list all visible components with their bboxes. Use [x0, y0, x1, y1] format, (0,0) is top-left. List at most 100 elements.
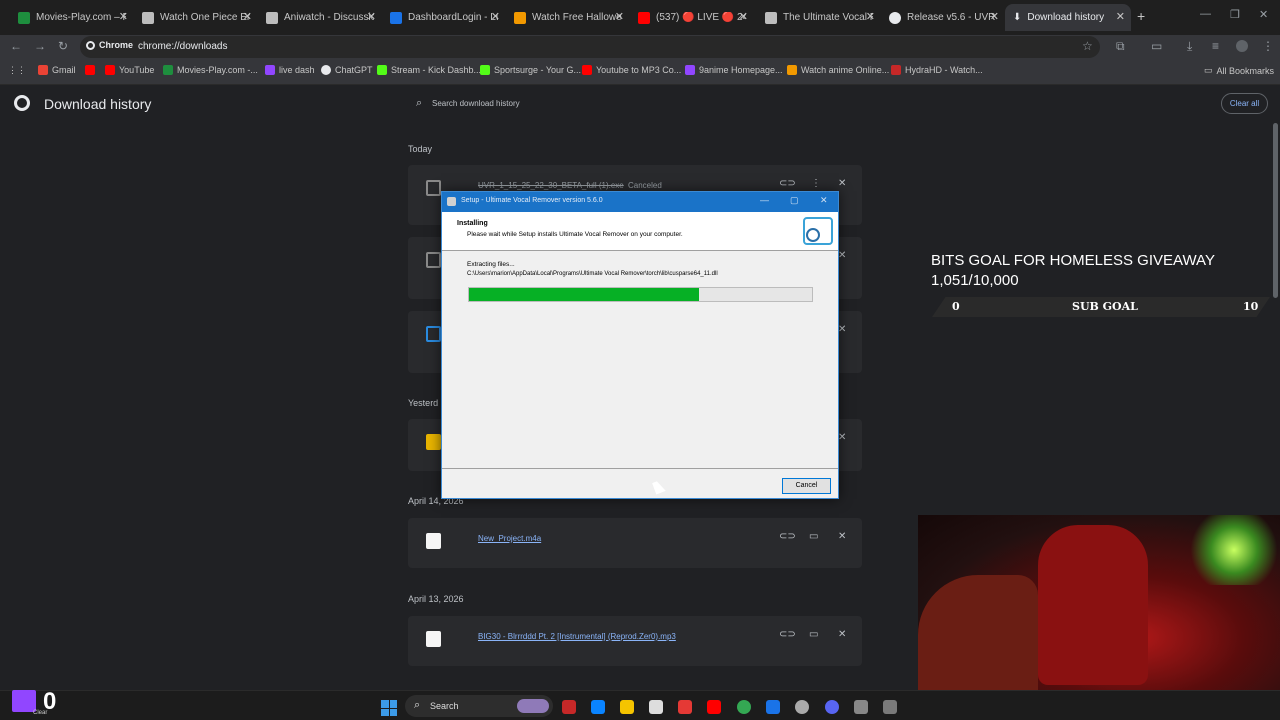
bookmark-label: Gmail	[52, 65, 76, 75]
show-in-folder-icon[interactable]: ▭	[809, 629, 818, 640]
app-icon[interactable]	[649, 700, 663, 714]
bookmark-movies-play[interactable]: Movies-Play.com -...	[163, 65, 258, 75]
bookmark-label: Watch anime Online...	[801, 65, 890, 75]
download-filename[interactable]: BIG30 - Blrrrddd Pt. 2 [Instrumental] (R…	[478, 632, 676, 641]
discord-icon[interactable]	[825, 700, 839, 714]
copy-link-icon[interactable]: ⊂⊃	[779, 178, 796, 189]
more-vertical-icon[interactable]: ⋮	[811, 178, 821, 189]
tab-uvr[interactable]: The Ultimate Vocal Re ✕	[757, 4, 881, 31]
close-icon[interactable]: ✕	[866, 10, 875, 23]
youtube-icon[interactable]	[707, 700, 721, 714]
more-vertical-icon[interactable]: ⋮	[1262, 39, 1274, 53]
tab-download-history[interactable]: ⬇ Download history ✕	[1005, 4, 1131, 31]
tab-favicon	[514, 11, 526, 24]
close-icon[interactable]: ✕	[1116, 10, 1125, 23]
site-chip[interactable]: Chrome	[86, 40, 133, 50]
twitch-icon	[12, 690, 36, 712]
copy-link-icon[interactable]: ⊂⊃	[779, 531, 796, 542]
remove-icon[interactable]: ✕	[838, 250, 846, 261]
all-bookmarks[interactable]: ▭ All Bookmarks	[1204, 65, 1274, 76]
bookmark-yt-mp3[interactable]: Youtube to MP3 Co...	[582, 65, 681, 75]
setup-app-icon[interactable]	[883, 700, 897, 714]
tab-one-piece[interactable]: Watch One Piece Eng ✕	[134, 4, 258, 31]
bookmark-9anime[interactable]: 9anime Homepage...	[685, 65, 783, 75]
bookmark-watch-anime[interactable]: Watch anime Online...	[787, 65, 889, 75]
chrome-icon[interactable]	[737, 700, 751, 714]
movies-icon	[163, 65, 173, 75]
bookmark-sportsurge[interactable]: Sportsurge - Your G...	[480, 65, 581, 75]
obs-icon[interactable]	[795, 700, 809, 714]
clear-all-button[interactable]: Clear all	[1221, 93, 1268, 114]
window-close-icon[interactable]: ✕	[1259, 8, 1268, 21]
remove-icon[interactable]: ✕	[838, 531, 846, 542]
adobe-icon[interactable]	[678, 700, 692, 714]
download-filename[interactable]: UVR_1_15_25_22_30_BETA_full (1).exe	[478, 181, 624, 190]
new-tab-button[interactable]: +	[1137, 8, 1145, 24]
taskbar-search[interactable]: ⌕ Search	[405, 695, 553, 717]
cancel-button[interactable]: Cancel	[782, 478, 831, 494]
copilot-icon[interactable]	[591, 700, 605, 714]
remove-icon[interactable]: ✕	[838, 432, 846, 443]
taskbar-search-label: Search	[430, 701, 459, 711]
voicemeeter-icon[interactable]	[562, 700, 576, 714]
show-in-folder-icon[interactable]: ▭	[809, 531, 818, 542]
app-icon[interactable]	[766, 700, 780, 714]
forward-icon[interactable]: →	[34, 39, 46, 53]
sidepanel-icon[interactable]: ▭	[1151, 39, 1162, 53]
close-icon[interactable]: ✕	[367, 10, 376, 23]
tab-halloween[interactable]: Watch Free Halloween✕	[506, 4, 630, 31]
bookmark-star-icon[interactable]: ☆	[1082, 39, 1093, 53]
tab-favicon	[765, 11, 777, 24]
remove-icon[interactable]: ✕	[838, 178, 846, 189]
remove-icon[interactable]: ✕	[838, 629, 846, 640]
bookmark-youtube-1[interactable]	[85, 65, 99, 75]
copy-link-icon[interactable]: ⊂⊃	[779, 629, 796, 640]
tab-movies-play[interactable]: Movies-Play.com – Re ✕	[10, 4, 134, 31]
tab-dashboard[interactable]: DashboardLogin - Lu ✕	[382, 4, 506, 31]
file-explorer-icon[interactable]	[620, 700, 634, 714]
maximize-icon[interactable]: ❐	[1230, 8, 1240, 21]
app-icon[interactable]	[854, 700, 868, 714]
close-icon[interactable]: ✕	[820, 195, 828, 206]
scrollbar[interactable]	[1273, 123, 1278, 298]
bookmark-gmail[interactable]: Gmail	[38, 65, 76, 75]
close-icon[interactable]: ✕	[739, 10, 748, 23]
minimize-icon[interactable]: —	[1200, 8, 1211, 20]
close-icon[interactable]: ✕	[119, 10, 128, 23]
close-icon[interactable]: ✕	[615, 10, 624, 23]
tab-aniwatch[interactable]: Aniwatch - Discussion ✕	[258, 4, 382, 31]
tab-live[interactable]: (537) 🔴 LIVE 🔴 24H ✕	[630, 4, 754, 31]
bookmark-live-dash[interactable]: live dash	[265, 65, 315, 75]
progress-fill	[469, 288, 699, 301]
avatar[interactable]	[1236, 40, 1248, 52]
bookmark-hydrahd[interactable]: HydraHD - Watch...	[891, 65, 983, 75]
dialog-title: Setup - Ultimate Vocal Remover version 5…	[461, 197, 603, 204]
address-bar[interactable]: Chrome chrome://downloads ☆	[80, 36, 1100, 58]
close-icon[interactable]: ✕	[243, 10, 252, 23]
downloads-icon[interactable]: ⤓	[1187, 39, 1192, 54]
twitch-clear-label: Clear	[33, 710, 48, 716]
bookmark-chatgpt[interactable]: ChatGPT	[321, 65, 373, 75]
search-input[interactable]: ⌕ Search download history	[408, 92, 868, 116]
streamer-arm	[918, 575, 1038, 690]
menu-list-icon[interactable]: ≡	[1212, 39, 1219, 53]
installer-icon	[426, 326, 441, 342]
divider	[442, 250, 838, 251]
windows-start-icon[interactable]	[381, 700, 397, 716]
dialog-heading: Installing	[457, 220, 488, 227]
apps-icon[interactable]: ⋮⋮	[8, 65, 26, 76]
bookmark-kick[interactable]: Stream - Kick Dashb...	[377, 65, 481, 75]
back-icon[interactable]: ←	[10, 39, 22, 53]
close-icon[interactable]: ✕	[990, 10, 999, 23]
download-filename[interactable]: New_Project.m4a	[478, 534, 541, 543]
tab-release[interactable]: Release v5.6 - UVR GI✕	[881, 4, 1005, 31]
extensions-icon[interactable]: ⧉	[1116, 39, 1125, 54]
chatgpt-icon	[321, 65, 331, 75]
setup-dialog: Setup - Ultimate Vocal Remover version 5…	[441, 191, 839, 499]
reload-icon[interactable]: ↻	[58, 39, 68, 53]
remove-icon[interactable]: ✕	[838, 324, 846, 335]
bookmark-youtube[interactable]: YouTube	[105, 65, 154, 75]
close-icon[interactable]: ✕	[491, 10, 500, 23]
minimize-icon[interactable]: —	[760, 195, 769, 205]
dialog-titlebar[interactable]: Setup - Ultimate Vocal Remover version 5…	[442, 192, 838, 212]
